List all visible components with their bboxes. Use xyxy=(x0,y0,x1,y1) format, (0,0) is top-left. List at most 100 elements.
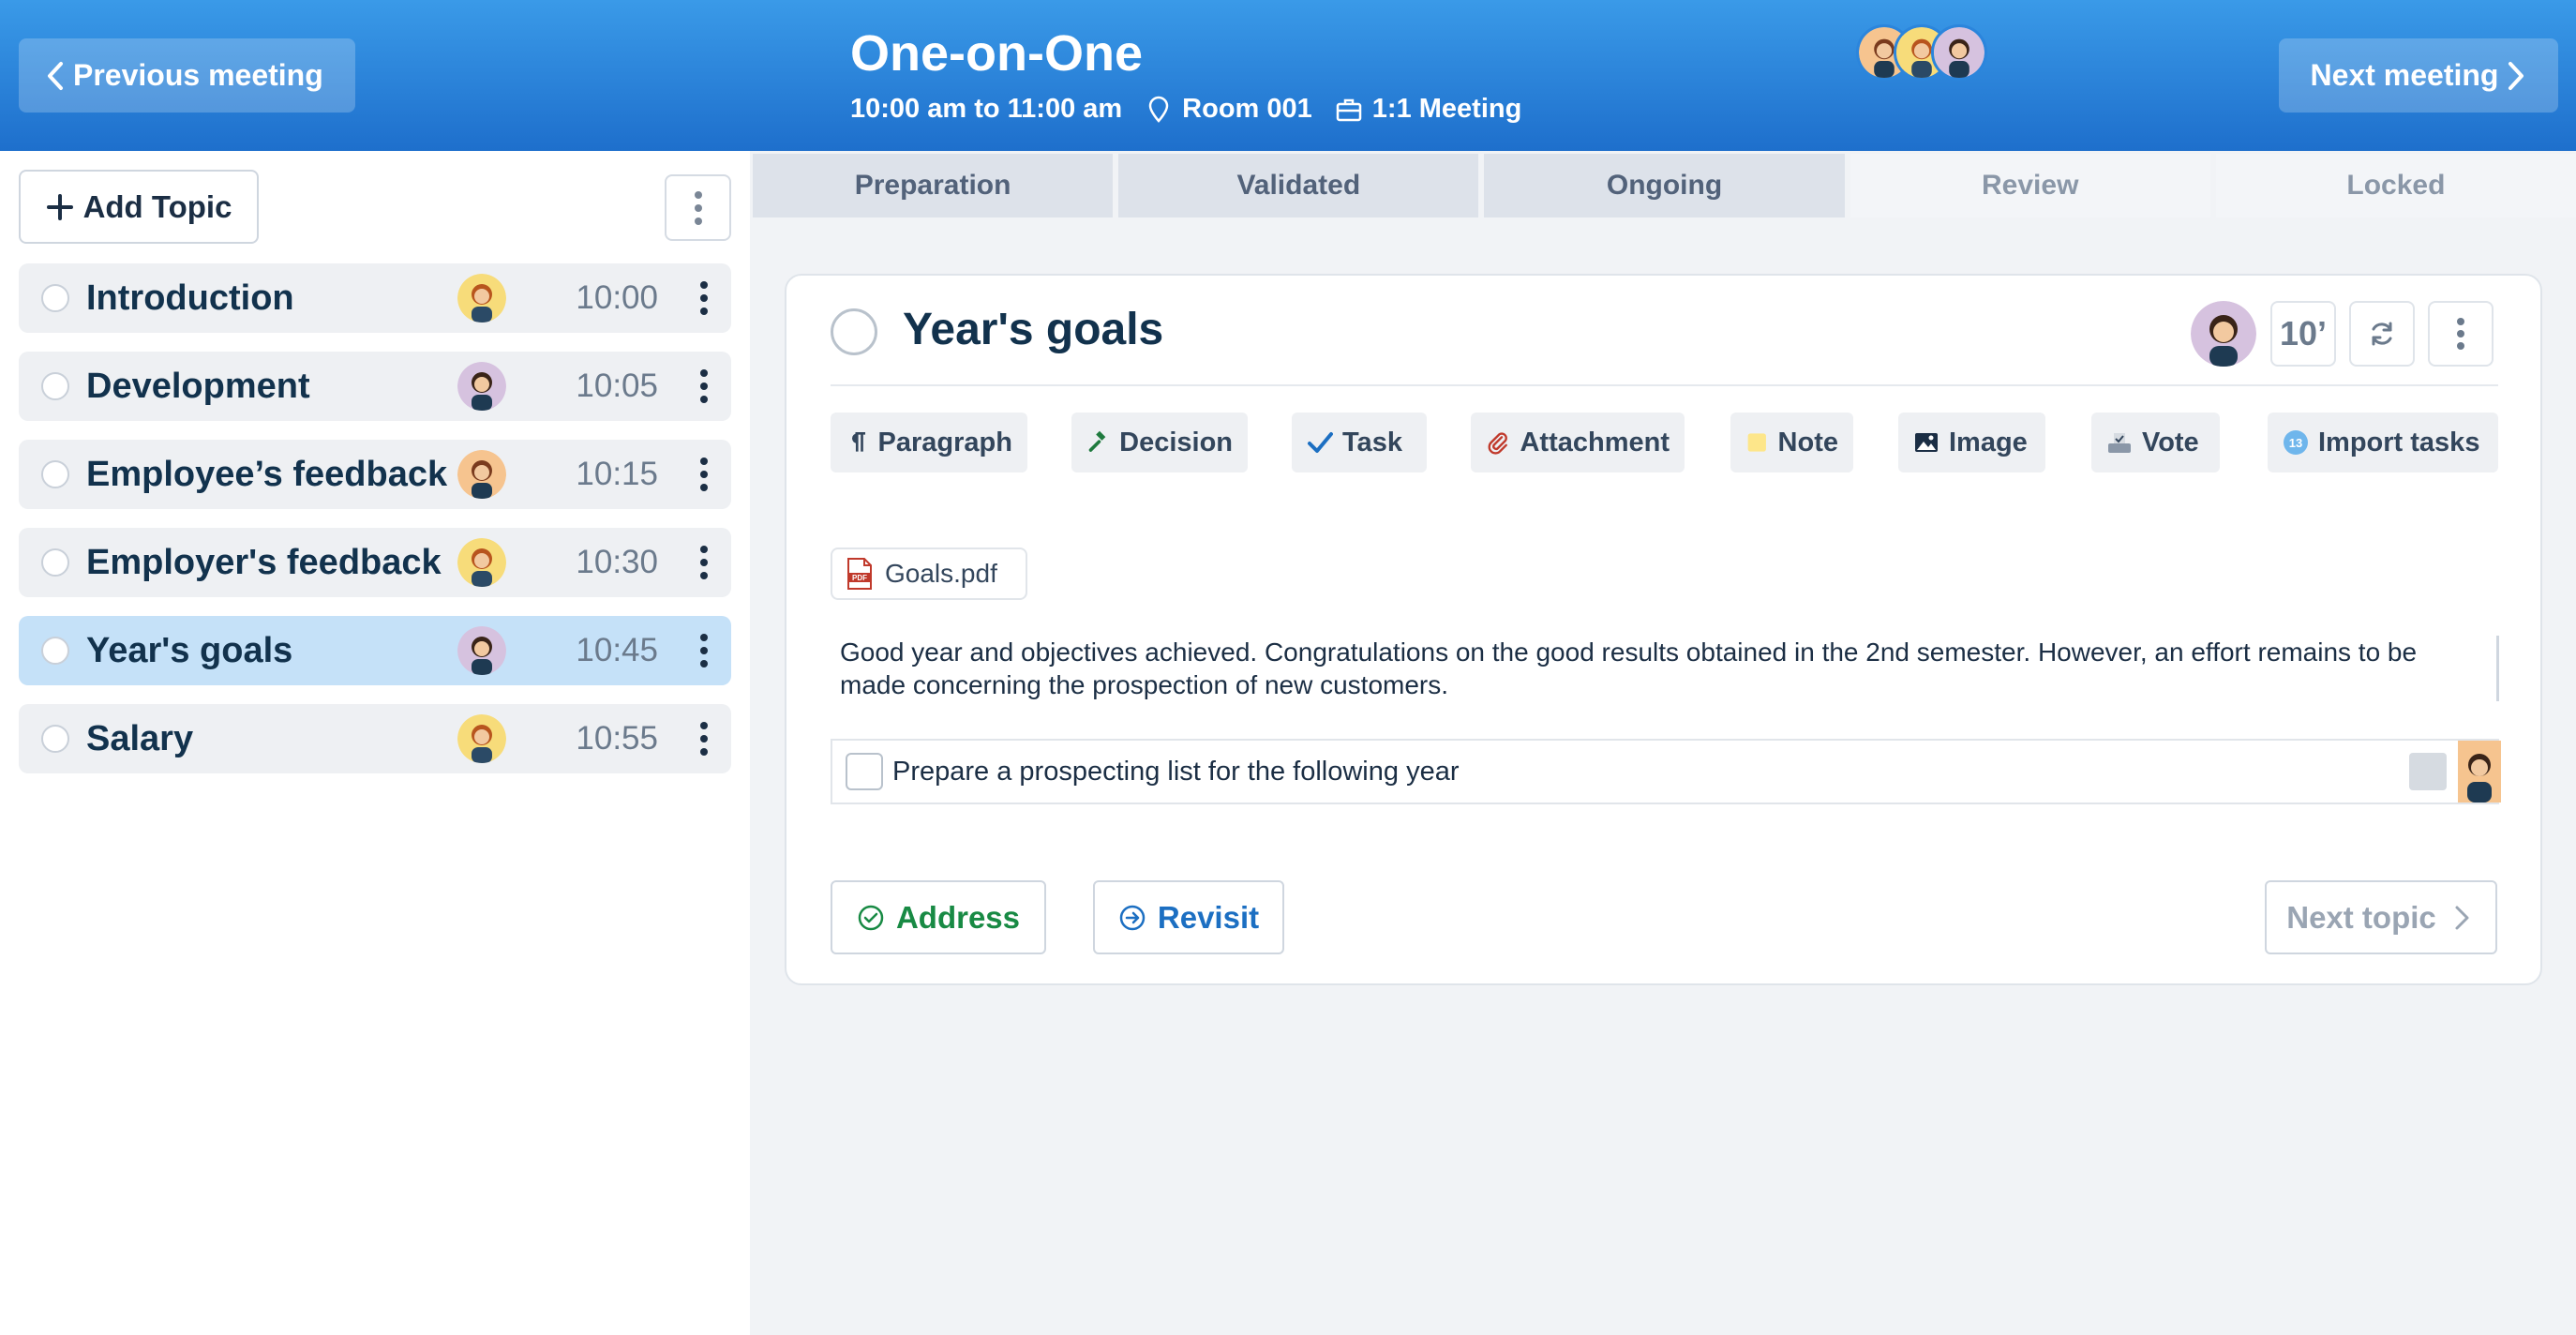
location-pin-icon xyxy=(1148,96,1169,123)
pdf-file-icon: PDF xyxy=(847,558,872,590)
kebab-menu-icon[interactable] xyxy=(697,632,711,669)
add-attachment-button[interactable]: Attachment xyxy=(1471,412,1685,472)
topic-owner-avatar[interactable] xyxy=(2191,301,2256,367)
tool-label: Attachment xyxy=(1520,427,1670,458)
paperclip-icon xyxy=(1488,432,1507,455)
task-checkbox[interactable] xyxy=(846,753,883,790)
topic-item-salary[interactable]: Salary 10:55 xyxy=(19,704,731,773)
meeting-room: Room 001 xyxy=(1145,94,1312,125)
topic-item-years-goals[interactable]: Year's goals 10:45 xyxy=(19,616,731,685)
tab-validated[interactable]: Validated xyxy=(1118,154,1479,218)
meeting-status-tabs: Preparation Validated Ongoing Review Loc… xyxy=(753,154,2576,218)
topic-time: 10:45 xyxy=(576,632,658,668)
add-note-button[interactable]: Note xyxy=(1730,412,1853,472)
next-meeting-button[interactable]: Next meeting xyxy=(2279,38,2558,112)
previous-meeting-button[interactable]: Previous meeting xyxy=(19,38,355,112)
tab-review[interactable]: Review xyxy=(1850,154,2210,218)
topic-item-development[interactable]: Development 10:05 xyxy=(19,352,731,421)
topic-owner-avatar xyxy=(457,274,506,322)
chevron-right-icon xyxy=(2455,906,2469,929)
next-topic-label: Next topic xyxy=(2286,899,2436,935)
agenda-menu-button[interactable] xyxy=(665,174,731,241)
meeting-title: One-on-One xyxy=(850,25,1143,82)
task-assignee-avatar[interactable] xyxy=(2458,741,2501,802)
tab-locked[interactable]: Locked xyxy=(2215,154,2576,218)
tool-label: Vote xyxy=(2142,427,2199,458)
checkmark-icon xyxy=(1308,432,1333,453)
topic-item-introduction[interactable]: Introduction 10:00 xyxy=(19,263,731,333)
topic-owner-avatar xyxy=(457,450,506,499)
topic-item-employee-feedback[interactable]: Employee’s feedback 10:15 xyxy=(19,440,731,509)
topic-status-radio[interactable] xyxy=(41,725,69,753)
topic-time: 10:30 xyxy=(576,544,658,580)
topic-owner-avatar xyxy=(457,362,506,411)
chevron-right-icon xyxy=(2509,61,2524,90)
header-bar: Previous meeting One-on-One 10:00 am to … xyxy=(0,0,2576,151)
tool-label: Decision xyxy=(1119,427,1233,458)
tool-label: Task xyxy=(1342,427,1402,458)
next-topic-button[interactable]: Next topic xyxy=(2265,880,2497,954)
topic-time: 10:15 xyxy=(576,456,658,492)
task-due-date-placeholder[interactable] xyxy=(2409,753,2447,790)
tab-preparation[interactable]: Preparation xyxy=(753,154,1114,218)
arrow-circle-right-icon xyxy=(1119,905,1146,930)
topic-name: Employee’s feedback xyxy=(86,454,448,494)
kebab-menu-icon[interactable] xyxy=(697,279,711,317)
chevron-left-icon xyxy=(48,61,63,90)
add-decision-button[interactable]: Decision xyxy=(1071,412,1248,472)
kebab-menu-icon[interactable] xyxy=(697,544,711,581)
import-tasks-button[interactable]: 13 Import tasks xyxy=(2268,412,2498,472)
previous-meeting-label: Previous meeting xyxy=(73,58,323,92)
address-label: Address xyxy=(895,899,1021,935)
topic-duration[interactable]: 10’ xyxy=(2270,301,2336,367)
kebab-menu-icon[interactable] xyxy=(697,368,711,405)
kebab-menu-icon[interactable] xyxy=(697,720,711,758)
add-image-button[interactable]: Image xyxy=(1898,412,2045,472)
topic-owner-avatar xyxy=(457,714,506,763)
agenda-sidebar: Add Topic Introduction 10:00 Development… xyxy=(0,151,750,1335)
tool-label: Paragraph xyxy=(877,427,1012,458)
add-paragraph-button[interactable]: Paragraph xyxy=(831,412,1027,472)
topic-status-radio[interactable] xyxy=(41,372,69,400)
add-task-button[interactable]: Task xyxy=(1292,412,1427,472)
tool-label: Note xyxy=(1777,427,1838,458)
paragraph-text[interactable]: Good year and objectives achieved. Congr… xyxy=(840,636,2499,701)
tab-ongoing[interactable]: Ongoing xyxy=(1484,154,1845,218)
topic-status-radio[interactable] xyxy=(41,460,69,488)
topic-time: 10:55 xyxy=(576,720,658,757)
topic-menu-button[interactable] xyxy=(2428,301,2494,367)
refresh-button[interactable] xyxy=(2349,301,2415,367)
attachment-file[interactable]: PDF Goals.pdf xyxy=(831,548,1027,600)
next-meeting-label: Next meeting xyxy=(2310,58,2499,92)
meeting-room-label: Room 001 xyxy=(1182,94,1312,124)
sticky-note-icon xyxy=(1747,433,1766,452)
attendees-group[interactable] xyxy=(1856,24,1987,81)
task-item[interactable]: Prepare a prospecting list for the follo… xyxy=(831,739,2501,804)
image-icon xyxy=(1915,433,1938,452)
topic-status-radio[interactable] xyxy=(831,308,877,355)
topic-name: Salary xyxy=(86,718,194,758)
count-badge-icon: 13 xyxy=(2284,430,2308,455)
kebab-menu-icon[interactable] xyxy=(697,456,711,493)
meeting-type-label: 1:1 Meeting xyxy=(1371,94,1522,124)
briefcase-icon xyxy=(1336,98,1362,121)
paragraph-icon xyxy=(852,432,866,452)
topic-name: Employer's feedback xyxy=(86,542,442,582)
topic-status-radio[interactable] xyxy=(41,637,69,665)
topic-status-radio[interactable] xyxy=(41,284,69,312)
gavel-icon xyxy=(1088,430,1106,452)
topic-item-employer-feedback[interactable]: Employer's feedback 10:30 xyxy=(19,528,731,597)
svg-text:PDF: PDF xyxy=(852,574,867,582)
card-divider xyxy=(831,384,2498,386)
add-vote-button[interactable]: Vote xyxy=(2091,412,2220,472)
tool-label: Import tasks xyxy=(2318,427,2480,458)
topic-time: 10:05 xyxy=(576,368,658,404)
add-topic-button[interactable]: Add Topic xyxy=(19,170,259,244)
address-button[interactable]: Address xyxy=(831,880,1046,954)
topic-status-radio[interactable] xyxy=(41,548,69,577)
check-circle-icon xyxy=(858,905,884,930)
topic-owner-avatar xyxy=(457,626,506,675)
topic-name: Development xyxy=(86,366,310,406)
meeting-time: 10:00 am to 11:00 am xyxy=(850,94,1123,124)
revisit-button[interactable]: Revisit xyxy=(1093,880,1284,954)
